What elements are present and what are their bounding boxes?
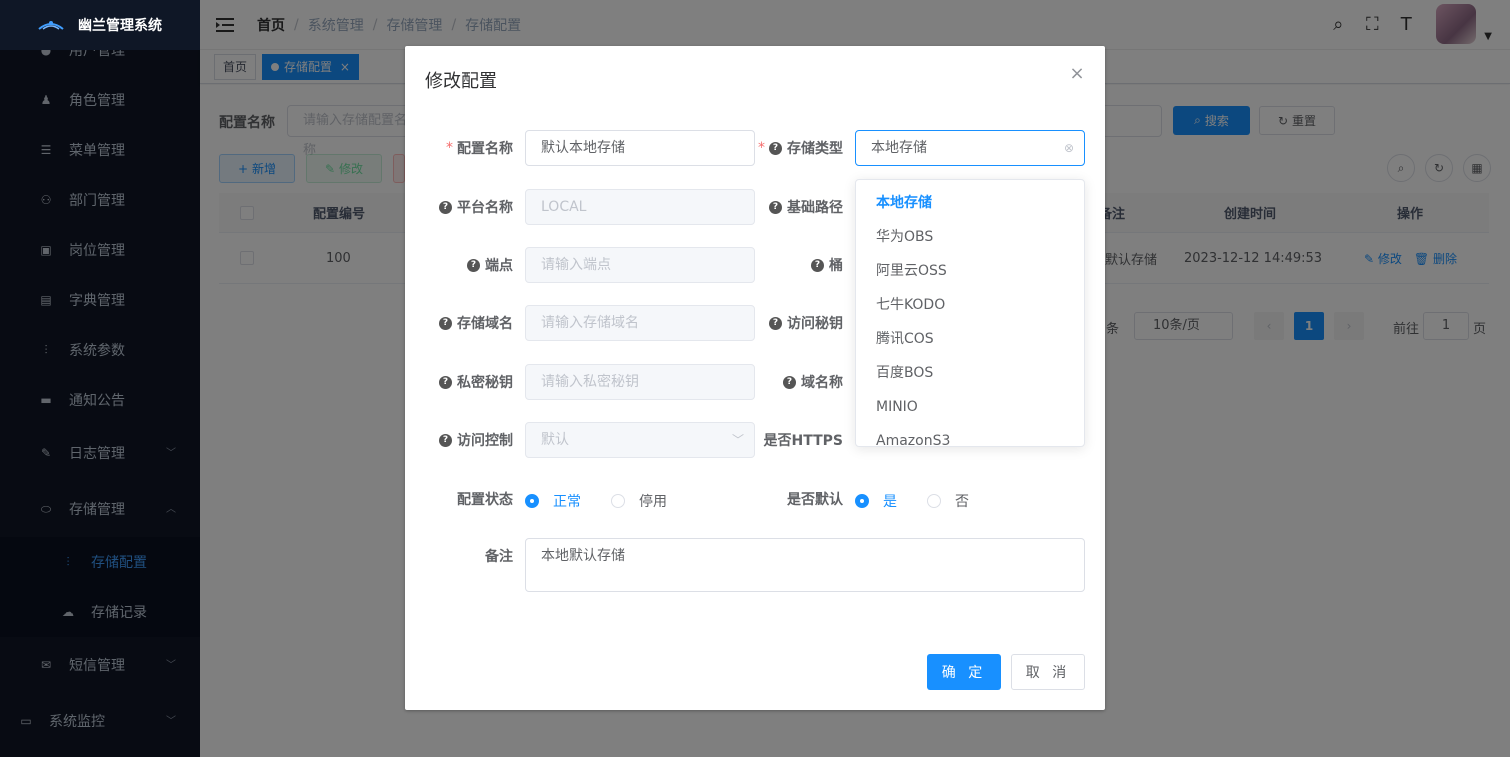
dropdown-option-baidu-bos[interactable]: 百度BOS bbox=[856, 356, 1084, 390]
domain-input: 请输入存储域名 bbox=[525, 305, 755, 341]
radio-dot bbox=[611, 494, 625, 508]
is-https-label: 是否HTTPS bbox=[745, 422, 843, 458]
cancel-button[interactable]: 取 消 bbox=[1011, 654, 1085, 690]
label-text: 存储域名 bbox=[457, 316, 513, 332]
domain-name-label: ? 域名称 bbox=[745, 364, 843, 400]
platform-name-label: ? 平台名称 bbox=[405, 189, 513, 225]
config-name-input[interactable]: 默认本地存储 bbox=[525, 130, 755, 166]
help-icon[interactable]: ? bbox=[439, 375, 452, 389]
required-mark: * bbox=[758, 140, 765, 156]
help-icon[interactable]: ? bbox=[783, 375, 796, 389]
label-text: 平台名称 bbox=[457, 200, 513, 216]
help-icon[interactable]: ? bbox=[439, 433, 452, 447]
platform-name-input: LOCAL bbox=[525, 189, 755, 225]
storage-type-value: 本地存储 bbox=[871, 140, 927, 156]
radio-dot bbox=[855, 494, 869, 508]
help-icon[interactable]: ? bbox=[811, 258, 824, 272]
label-text: 访问秘钥 bbox=[787, 316, 843, 332]
help-icon[interactable]: ? bbox=[439, 316, 452, 330]
close-icon[interactable]: × bbox=[1069, 65, 1085, 83]
label-text: 存储类型 bbox=[787, 141, 843, 157]
radio-label: 是 bbox=[883, 494, 897, 510]
label-text: 端点 bbox=[485, 258, 513, 274]
radio-label: 停用 bbox=[639, 494, 667, 510]
confirm-button[interactable]: 确 定 bbox=[927, 654, 1001, 690]
base-path-label: ? 基础路径 bbox=[745, 189, 843, 225]
dropdown-option-minio[interactable]: MINIO bbox=[856, 390, 1084, 424]
is-default-label: 是否默认 bbox=[745, 481, 843, 517]
storage-type-label: *? 存储类型 bbox=[745, 130, 843, 166]
radio-dot bbox=[525, 494, 539, 508]
label-text: 是否默认 bbox=[787, 492, 843, 508]
status-radio-disabled[interactable]: 停用 bbox=[611, 491, 667, 511]
label-text: 备注 bbox=[485, 549, 513, 565]
label-text: 是否HTTPS bbox=[763, 433, 843, 449]
radio-dot bbox=[927, 494, 941, 508]
endpoint-label: ? 端点 bbox=[405, 247, 513, 283]
remark-textarea[interactable]: 本地默认存储 bbox=[525, 538, 1085, 592]
remark-label: 备注 bbox=[405, 538, 513, 574]
label-text: 基础路径 bbox=[787, 200, 843, 216]
clear-icon[interactable]: ⊗ bbox=[1064, 131, 1074, 165]
domain-label: ? 存储域名 bbox=[405, 305, 513, 341]
dialog-title: 修改配置 bbox=[425, 71, 497, 92]
config-name-label: * 配置名称 bbox=[405, 130, 513, 166]
access-control-select: 默认 ﹀ bbox=[525, 422, 755, 458]
storage-type-select[interactable]: 本地存储 ⊗ bbox=[855, 130, 1085, 166]
status-label: 配置状态 bbox=[405, 481, 513, 517]
access-control-label: ? 访问控制 bbox=[405, 422, 513, 458]
dropdown-option-tencent-cos[interactable]: 腾讯COS bbox=[856, 322, 1084, 356]
dropdown-option-amazon-s3[interactable]: AmazonS3 bbox=[856, 424, 1084, 446]
default-radio-no[interactable]: 否 bbox=[927, 491, 969, 511]
app-logo[interactable]: 幽兰管理系统 bbox=[0, 0, 200, 50]
bucket-label: ? 桶 bbox=[745, 247, 843, 283]
label-text: 域名称 bbox=[801, 375, 843, 391]
chevron-down-icon: ﹀ bbox=[731, 433, 744, 447]
default-radio-yes[interactable]: 是 bbox=[855, 491, 897, 511]
app-title: 幽兰管理系统 bbox=[78, 18, 162, 34]
status-radio-normal[interactable]: 正常 bbox=[525, 491, 581, 511]
help-icon[interactable]: ? bbox=[769, 141, 782, 155]
secret-key-input: 请输入私密秘钥 bbox=[525, 364, 755, 400]
secret-key-label: ? 私密秘钥 bbox=[405, 364, 513, 400]
label-text: 私密秘钥 bbox=[457, 375, 513, 391]
logo-icon bbox=[38, 21, 64, 30]
dropdown-option-local[interactable]: 本地存储 bbox=[856, 186, 1084, 220]
radio-label: 正常 bbox=[553, 494, 581, 510]
label-text: 配置名称 bbox=[457, 141, 513, 157]
endpoint-input: 请输入端点 bbox=[525, 247, 755, 283]
storage-type-dropdown: 本地存储 华为OBS 阿里云OSS 七牛KODO 腾讯COS 百度BOS MIN… bbox=[855, 179, 1085, 447]
help-icon[interactable]: ? bbox=[467, 258, 480, 272]
help-icon[interactable]: ? bbox=[439, 200, 452, 214]
help-icon[interactable]: ? bbox=[769, 200, 782, 214]
label-text: 访问控制 bbox=[457, 433, 513, 449]
help-icon[interactable]: ? bbox=[769, 316, 782, 330]
label-text: 配置状态 bbox=[457, 492, 513, 508]
required-mark: * bbox=[446, 140, 453, 156]
dropdown-option-huawei-obs[interactable]: 华为OBS bbox=[856, 220, 1084, 254]
access-control-value: 默认 bbox=[541, 432, 569, 448]
dropdown-option-aliyun-oss[interactable]: 阿里云OSS bbox=[856, 254, 1084, 288]
label-text: 桶 bbox=[829, 258, 843, 274]
dropdown-option-qiniu-kodo[interactable]: 七牛KODO bbox=[856, 288, 1084, 322]
access-key-label: ? 访问秘钥 bbox=[745, 305, 843, 341]
radio-label: 否 bbox=[955, 494, 969, 510]
